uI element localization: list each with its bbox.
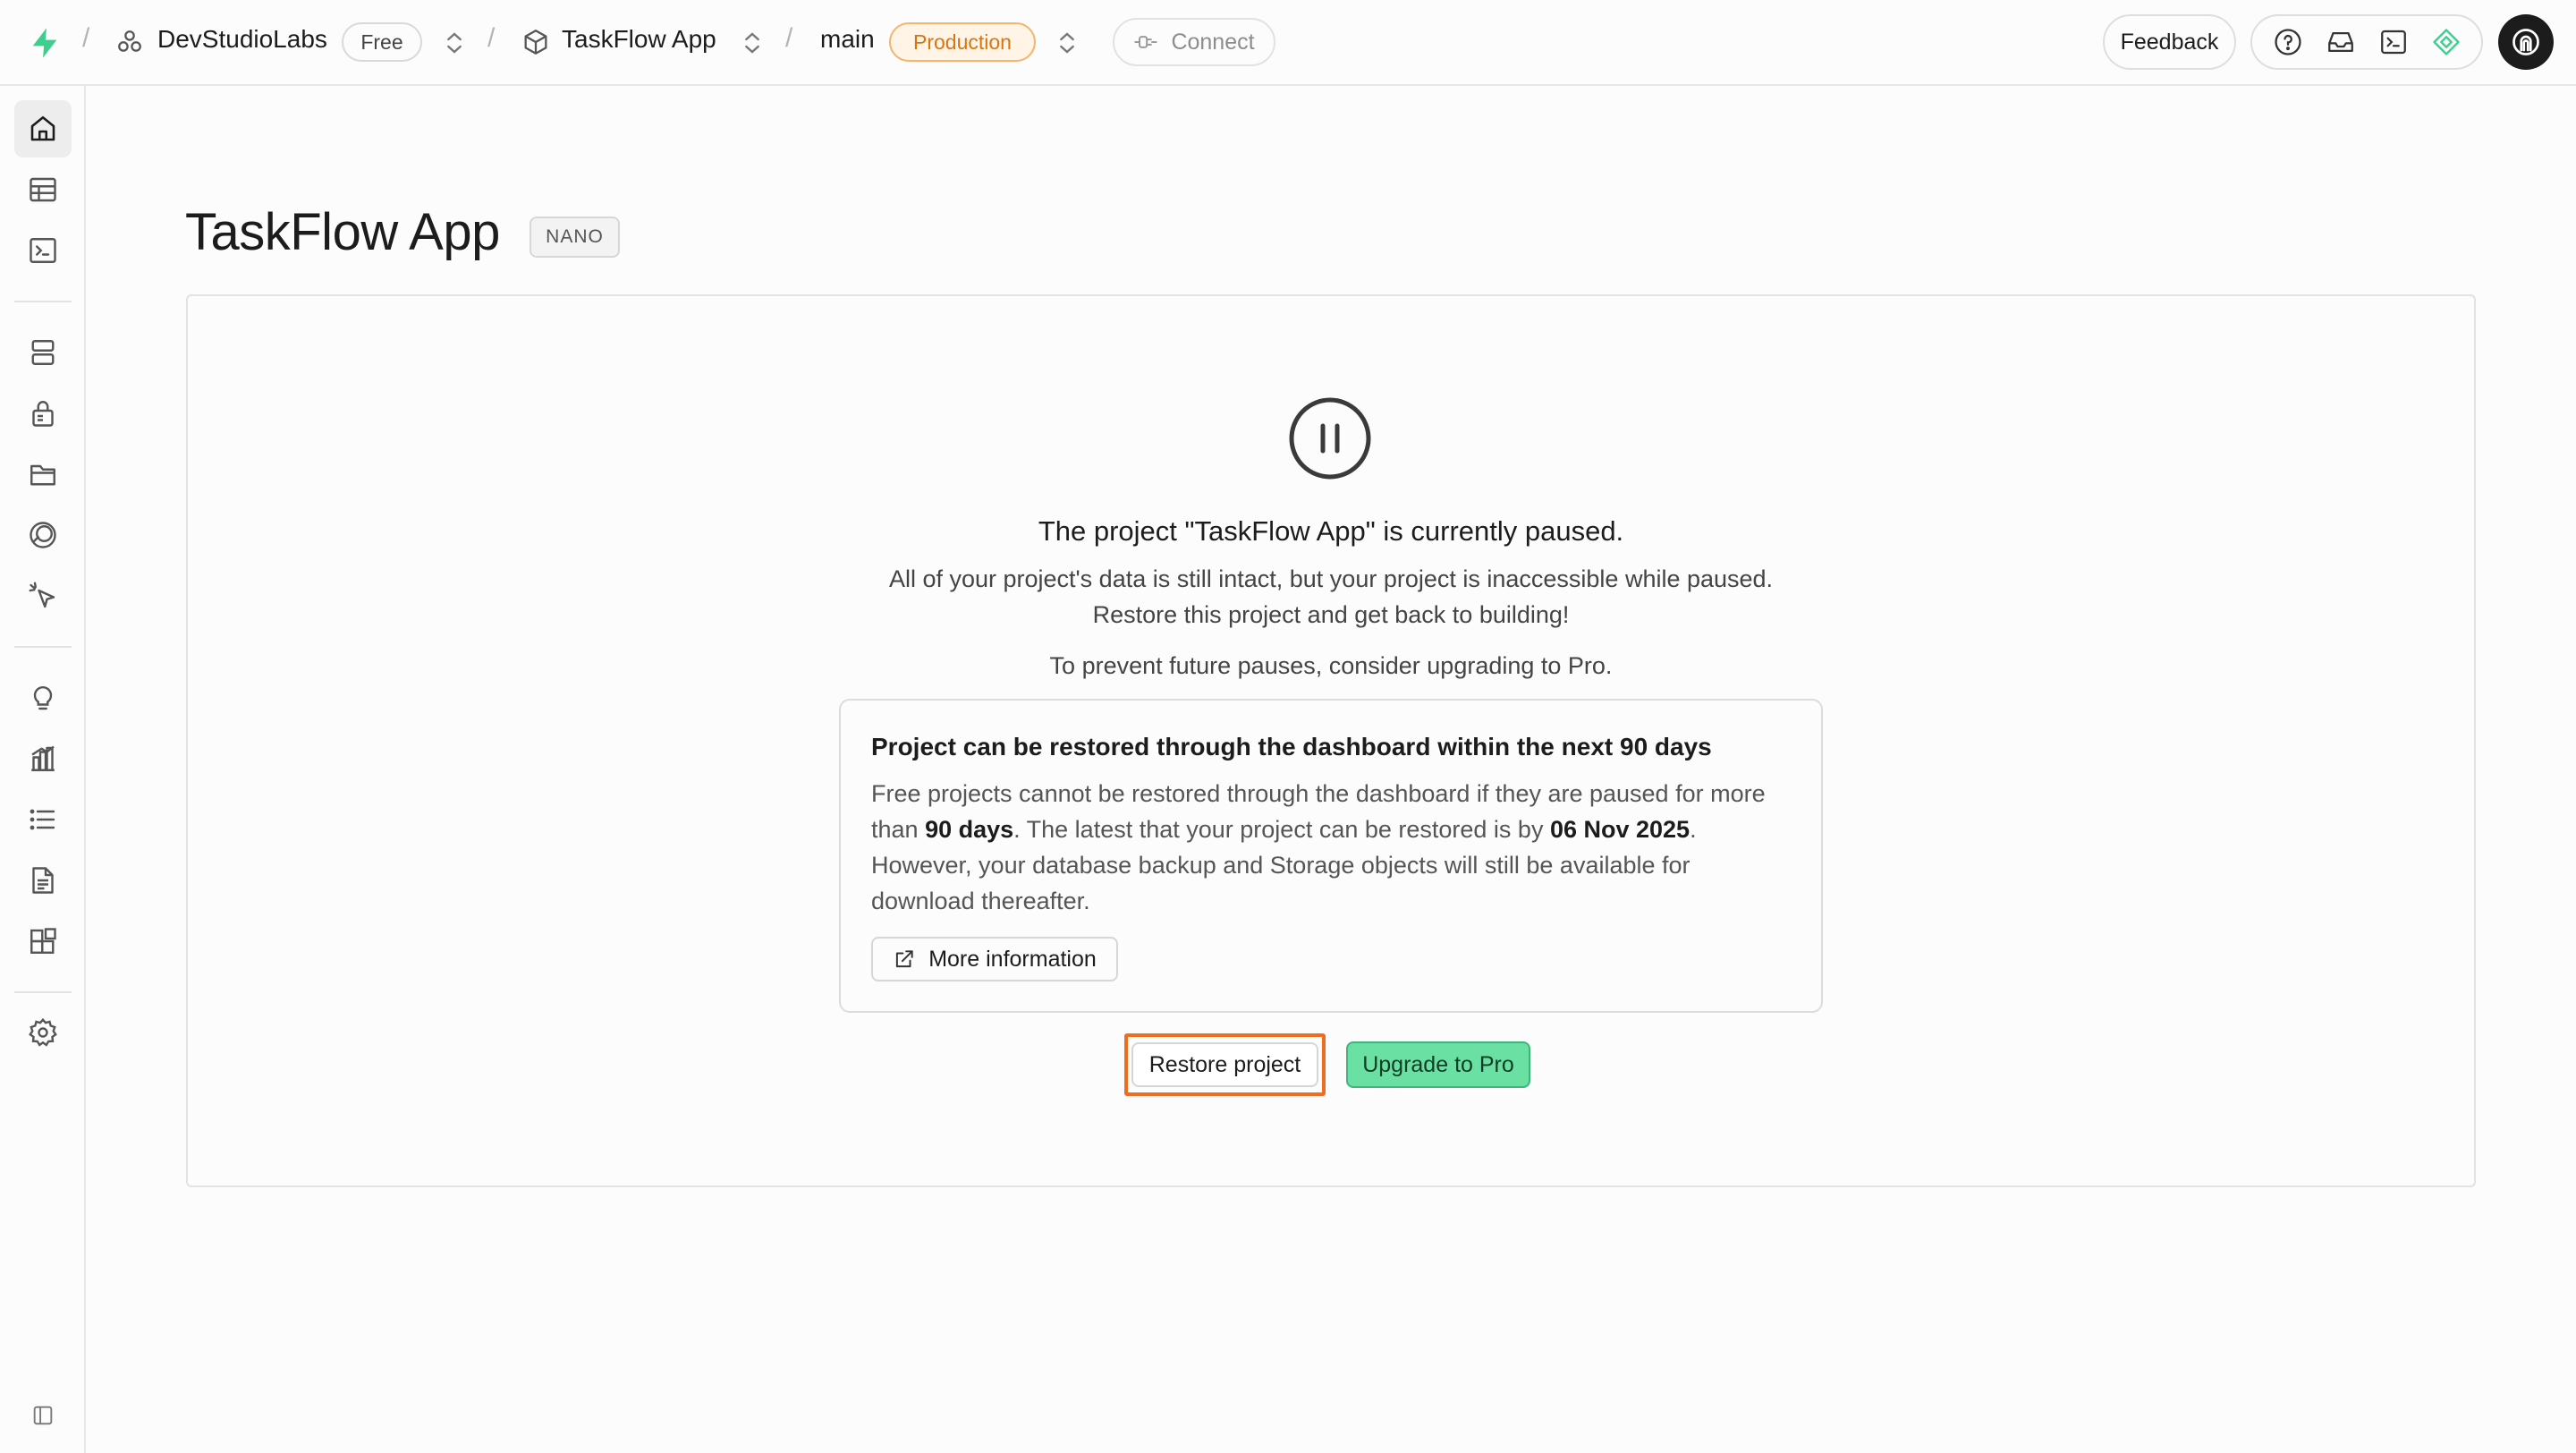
connect-button[interactable]: Connect xyxy=(1113,18,1275,66)
breadcrumb-separator: / xyxy=(785,23,793,53)
sql-editor-icon xyxy=(30,238,56,263)
plan-badge: Free xyxy=(342,22,422,62)
advisor-icon[interactable] xyxy=(2429,25,2463,59)
logs-icon xyxy=(30,809,55,830)
sidebar-item-collapse[interactable] xyxy=(14,1387,72,1444)
days-limit: 90 days xyxy=(925,816,1014,843)
feedback-button[interactable]: Feedback xyxy=(2103,14,2236,70)
branch-name[interactable]: main xyxy=(820,25,875,54)
home-icon xyxy=(30,115,55,141)
integrations-icon xyxy=(30,928,56,954)
api-docs-icon xyxy=(32,867,54,894)
restore-deadline-date: 06 Nov 2025 xyxy=(1549,816,1690,843)
project-box-icon xyxy=(521,27,551,57)
connect-label: Connect xyxy=(1171,29,1255,55)
external-link-icon xyxy=(893,947,916,971)
more-information-label: More information xyxy=(928,946,1097,972)
help-icon[interactable] xyxy=(2271,25,2305,59)
compute-size-badge: NANO xyxy=(530,217,620,258)
sidebar-item-api-docs[interactable] xyxy=(14,852,72,909)
user-avatar-icon[interactable] xyxy=(2498,14,2554,70)
advisors-icon xyxy=(33,686,53,710)
project-name[interactable]: TaskFlow App xyxy=(562,25,716,54)
paused-description-line1: All of your project's data is still inta… xyxy=(888,565,1774,592)
more-information-button[interactable]: More information xyxy=(871,937,1118,981)
sidebar-item-table-editor[interactable] xyxy=(14,161,72,218)
paused-description-line2: Restore this project and get back to bui… xyxy=(1092,601,1570,628)
restore-window-info-box: Project can be restored through the dash… xyxy=(839,699,1823,1013)
breadcrumb-separator: / xyxy=(82,23,90,53)
breadcrumb-separator: / xyxy=(487,23,496,53)
sidebar-item-integrations[interactable] xyxy=(14,913,72,970)
plug-icon xyxy=(1133,30,1158,55)
toolbar-icon-group xyxy=(2250,14,2483,70)
sidebar-item-storage[interactable] xyxy=(14,446,72,503)
org-name[interactable]: DevStudioLabs xyxy=(157,25,327,54)
page-title: TaskFlow App xyxy=(185,203,500,261)
reports-icon xyxy=(31,745,55,771)
branch-switcher-chevron-icon[interactable] xyxy=(1053,27,1081,59)
database-icon xyxy=(31,340,55,365)
sidebar-divider xyxy=(14,991,72,993)
sidebar-item-authentication[interactable] xyxy=(14,385,72,442)
pause-icon xyxy=(1288,396,1372,480)
sidebar-item-settings[interactable] xyxy=(14,1004,72,1061)
table-editor-icon xyxy=(30,177,56,202)
sidebar-item-logs[interactable] xyxy=(14,791,72,848)
organization-icon xyxy=(114,27,145,57)
sidebar-item-sql-editor[interactable] xyxy=(14,222,72,279)
project-switcher-chevron-icon[interactable] xyxy=(738,27,767,59)
sidebar-divider xyxy=(14,646,72,648)
org-switcher-chevron-icon[interactable] xyxy=(440,27,469,59)
sidebar xyxy=(0,86,86,1453)
info-box-title: Project can be restored through the dash… xyxy=(871,733,1712,760)
storage-icon xyxy=(30,464,55,486)
sidebar-item-database[interactable] xyxy=(14,324,72,381)
info-box-body: Free projects cannot be restored through… xyxy=(871,780,1766,914)
terminal-icon[interactable] xyxy=(2377,25,2411,59)
restore-project-button[interactable]: Restore project xyxy=(1131,1042,1318,1087)
sidebar-divider xyxy=(14,301,72,302)
settings-icon xyxy=(29,1017,57,1047)
inbox-icon[interactable] xyxy=(2324,25,2358,59)
sidebar-item-reports[interactable] xyxy=(14,730,72,787)
upgrade-hint: To prevent future pauses, consider upgra… xyxy=(1049,652,1613,679)
top-bar: / DevStudioLabs Free / TaskFlow App / ma… xyxy=(0,0,2576,86)
environment-badge: Production xyxy=(889,22,1036,62)
paused-heading: The project "TaskFlow App" is currently … xyxy=(1038,515,1624,547)
upgrade-to-pro-button[interactable]: Upgrade to Pro xyxy=(1346,1041,1530,1088)
sidebar-item-home[interactable] xyxy=(14,100,72,157)
authentication-icon xyxy=(32,401,54,427)
collapse-sidebar-icon xyxy=(33,1406,53,1425)
logo-icon[interactable] xyxy=(27,25,63,61)
